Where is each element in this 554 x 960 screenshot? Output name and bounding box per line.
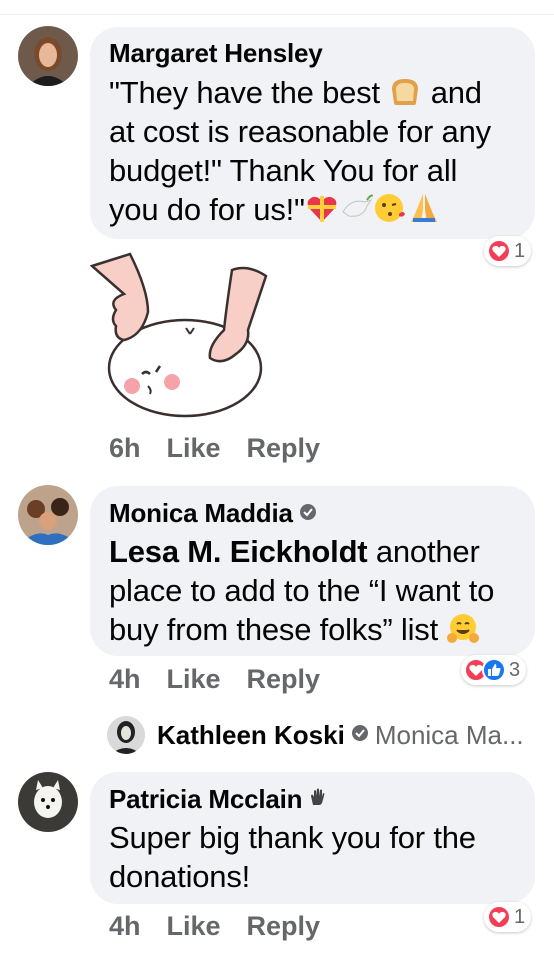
like-button[interactable]: Like <box>167 664 221 695</box>
mention-link[interactable]: Lesa M. Eickholdt <box>109 534 368 569</box>
reply-preview[interactable]: Kathleen Koski Monica Ma... <box>107 716 524 754</box>
comment-time[interactable]: 4h <box>109 664 141 695</box>
comment-author-name[interactable]: Patricia Mcclain <box>109 784 303 814</box>
comment-author-name[interactable]: Monica Maddia <box>109 498 293 528</box>
avatar[interactable] <box>18 485 78 545</box>
comment-text-line: "They have the best <box>109 75 389 110</box>
heart-with-ribbon-emoji <box>305 192 339 224</box>
verified-badge-icon <box>351 724 369 747</box>
avatar[interactable] <box>18 26 78 86</box>
comment-text-line: budget!" Thank You for all <box>109 153 458 188</box>
comment-author[interactable]: Margaret Hensley <box>109 38 323 68</box>
avatar-image <box>18 772 78 832</box>
comment-author[interactable]: Monica Maddia <box>109 497 317 528</box>
reaction-count: 1 <box>514 905 526 928</box>
comment-text-line: another <box>367 534 480 569</box>
dove-emoji <box>339 192 373 224</box>
comment-text-line: Super big thank you for the <box>109 820 476 855</box>
reaction-count: 1 <box>514 239 526 262</box>
top-divider <box>0 14 554 15</box>
reply-button[interactable]: Reply <box>247 911 321 942</box>
comment-text-line: place to add to the “I want to <box>109 573 495 608</box>
reaction-pill[interactable]: 3 <box>461 655 527 685</box>
comment-text-line: you do for us!" <box>109 192 305 227</box>
comment-text-line: buy from these folks” list <box>109 612 447 647</box>
like-reaction-icon <box>482 658 506 682</box>
comment-text: Super big thank you for the donations! <box>109 818 476 896</box>
avatar[interactable] <box>18 772 78 832</box>
reaction-pill[interactable]: 1 <box>484 902 532 932</box>
comment-actions: 4h Like Reply <box>109 911 346 942</box>
hand-badge-icon <box>308 783 328 813</box>
bread-emoji <box>388 75 422 107</box>
cute-squish-sticker <box>89 250 270 420</box>
comment-time[interactable]: 6h <box>109 433 141 464</box>
love-reaction-icon <box>487 905 511 929</box>
avatar-image <box>18 485 78 545</box>
reply-button[interactable]: Reply <box>247 664 321 695</box>
hugging-face-emoji <box>446 612 480 644</box>
reaction-pill[interactable]: 1 <box>484 236 532 266</box>
comment-author[interactable]: Patricia Mcclain <box>109 783 328 814</box>
like-button[interactable]: Like <box>167 911 221 942</box>
comment-text-line: donations! <box>109 859 251 894</box>
comment-text: Lesa M. Eickholdt another place to add t… <box>109 532 494 649</box>
reaction-count: 3 <box>509 658 521 681</box>
love-reaction-icon <box>487 239 511 263</box>
reply-target: Monica Ma... <box>374 719 524 750</box>
comment-time[interactable]: 4h <box>109 911 141 942</box>
avatar-image <box>18 26 78 86</box>
reply-avatar-image <box>107 716 145 754</box>
reply-avatar[interactable] <box>107 716 145 754</box>
comment-text-line: at cost is reasonable for any <box>109 114 491 149</box>
comment-text-line: and <box>422 75 482 110</box>
reply-button[interactable]: Reply <box>247 433 321 464</box>
comment-text: "They have the best and at cost is reaso… <box>109 73 491 229</box>
folded-hands-emoji <box>407 192 441 224</box>
face-blowing-kiss-emoji <box>373 192 407 224</box>
verified-badge-icon <box>299 497 317 527</box>
comment-actions: 6h Like Reply <box>109 433 346 464</box>
comment-actions: 4h Like Reply <box>109 664 346 695</box>
reply-author[interactable]: Kathleen Koski <box>157 720 345 751</box>
like-button[interactable]: Like <box>167 433 221 464</box>
